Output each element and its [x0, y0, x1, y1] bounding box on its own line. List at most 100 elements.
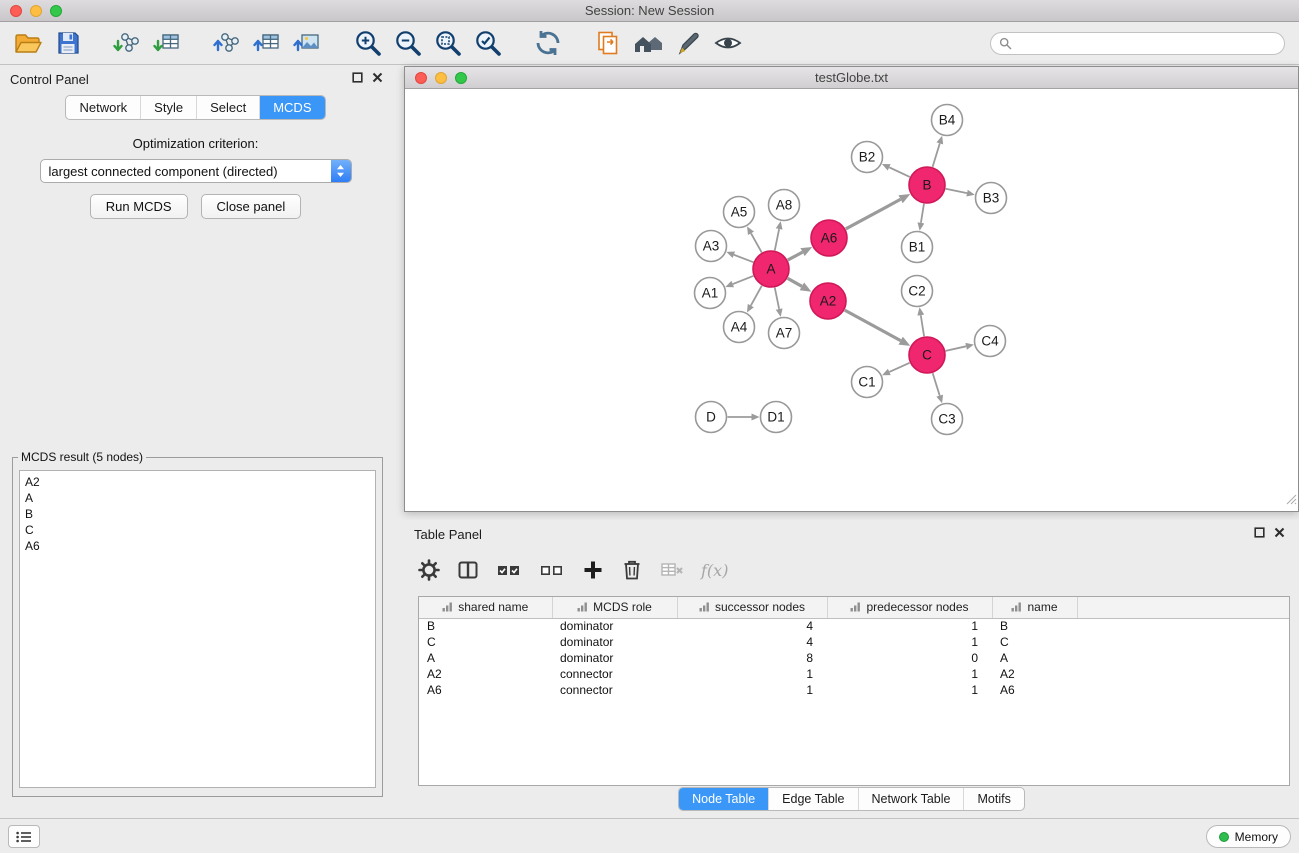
edge-A-A2[interactable] [788, 278, 802, 286]
node-C4[interactable]: C4 [975, 326, 1006, 357]
mcds-result-list[interactable]: A2 A B C A6 [19, 470, 376, 788]
node-A1[interactable]: A1 [695, 278, 726, 309]
close-panel-icon[interactable] [372, 72, 383, 83]
task-history-button[interactable] [8, 825, 40, 848]
function-builder-button[interactable]: f(x) [701, 561, 728, 580]
tab-style[interactable]: Style [140, 96, 196, 119]
table-row[interactable]: A6 connector 1 1 A6 [419, 682, 1289, 698]
tab-mcds[interactable]: MCDS [259, 96, 324, 119]
criterion-dropdown[interactable]: largest connected component (directed) [40, 159, 352, 183]
edge-B-B3[interactable] [946, 189, 967, 193]
node-A5[interactable]: A5 [724, 197, 755, 228]
close-panel-icon[interactable] [1274, 527, 1285, 538]
tab-select[interactable]: Select [196, 96, 259, 119]
edge-A6-B[interactable] [846, 199, 901, 229]
edge-A-A4[interactable] [751, 286, 762, 306]
table-row[interactable]: C dominator 4 1 C [419, 634, 1289, 650]
node-C2[interactable]: C2 [902, 276, 933, 307]
node-C3[interactable]: C3 [932, 404, 963, 435]
tab-motifs[interactable]: Motifs [963, 788, 1023, 810]
export-image-button[interactable] [290, 25, 326, 61]
apply-layout-button[interactable] [530, 25, 566, 61]
tab-node-table[interactable]: Node Table [679, 788, 768, 810]
toggle-details-button[interactable] [670, 25, 706, 61]
float-panel-icon[interactable] [1254, 527, 1265, 538]
node-A6[interactable]: A6 [811, 220, 847, 256]
node-C[interactable]: C [909, 337, 945, 373]
edge-A-A5[interactable] [751, 233, 762, 252]
zoom-in-button[interactable] [350, 25, 386, 61]
zoom-selected-button[interactable] [470, 25, 506, 61]
table-settings-button[interactable] [418, 559, 440, 581]
zoom-out-button[interactable] [390, 25, 426, 61]
table-row[interactable]: B dominator 4 1 B [419, 618, 1289, 634]
show-hide-button[interactable] [710, 25, 746, 61]
node-C1[interactable]: C1 [852, 367, 883, 398]
node-D1[interactable]: D1 [761, 402, 792, 433]
edge-A2-C[interactable] [845, 310, 901, 341]
node-B4[interactable]: B4 [932, 105, 963, 136]
table-row[interactable]: A2 connector 1 1 A2 [419, 666, 1289, 682]
deselect-all-button[interactable] [539, 559, 565, 581]
delete-row-button[interactable] [621, 559, 643, 581]
column-header-successor-nodes[interactable]: successor nodes [677, 597, 827, 618]
run-mcds-button[interactable]: Run MCDS [90, 194, 188, 219]
column-header-mcds-role[interactable]: MCDS role [552, 597, 677, 618]
save-session-button[interactable] [50, 25, 86, 61]
new-network-button[interactable] [590, 25, 626, 61]
edge-A-A8[interactable] [775, 229, 779, 250]
node-table-container[interactable]: shared name MCDS role successor nodes pr… [418, 596, 1290, 786]
node-A7[interactable]: A7 [769, 318, 800, 349]
result-item[interactable]: A [25, 490, 370, 506]
search-box[interactable] [990, 32, 1285, 55]
import-table-button[interactable] [150, 25, 186, 61]
result-item[interactable]: A2 [25, 474, 370, 490]
network-window-titlebar[interactable]: testGlobe.txt [405, 67, 1298, 89]
node-A2[interactable]: A2 [810, 283, 846, 319]
tab-network[interactable]: Network [66, 96, 140, 119]
edge-B-B4[interactable] [933, 143, 940, 166]
add-row-button[interactable] [582, 559, 604, 581]
node-A[interactable]: A [753, 251, 789, 287]
import-network-button[interactable] [110, 25, 146, 61]
table-row[interactable]: A dominator 8 0 A [419, 650, 1289, 666]
node-A4[interactable]: A4 [724, 312, 755, 343]
window-titlebar[interactable]: Session: New Session [0, 0, 1299, 22]
edge-C-C3[interactable] [933, 373, 940, 395]
float-panel-icon[interactable] [352, 72, 363, 83]
node-B3[interactable]: B3 [976, 183, 1007, 214]
edge-B-B1[interactable] [921, 204, 924, 223]
node-B1[interactable]: B1 [902, 232, 933, 263]
search-input[interactable] [1017, 36, 1276, 50]
memory-button[interactable]: Memory [1206, 825, 1291, 848]
edge-C-C2[interactable] [921, 315, 924, 336]
node-A8[interactable]: A8 [769, 190, 800, 221]
edge-A-A6[interactable] [788, 252, 803, 260]
tab-edge-table[interactable]: Edge Table [768, 788, 857, 810]
column-header-predecessor-nodes[interactable]: predecessor nodes [827, 597, 992, 618]
zoom-fit-button[interactable] [430, 25, 466, 61]
export-table-button[interactable] [250, 25, 286, 61]
show-columns-button[interactable] [457, 559, 479, 581]
column-header-shared-name[interactable]: shared name [419, 597, 552, 618]
export-network-button[interactable] [210, 25, 246, 61]
column-header-name[interactable]: name [992, 597, 1077, 618]
result-item[interactable]: B [25, 506, 370, 522]
node-D[interactable]: D [696, 402, 727, 433]
delete-table-button[interactable] [660, 559, 684, 581]
node-B2[interactable]: B2 [852, 142, 883, 173]
select-all-button[interactable] [496, 559, 522, 581]
edge-C-C4[interactable] [946, 346, 967, 351]
tab-network-table[interactable]: Network Table [858, 788, 964, 810]
edge-B-B2[interactable] [889, 167, 910, 177]
open-session-button[interactable] [10, 25, 46, 61]
window-resize-grip[interactable] [1284, 492, 1297, 510]
node-B[interactable]: B [909, 167, 945, 203]
edge-C-C1[interactable] [889, 363, 909, 372]
result-item[interactable]: C [25, 522, 370, 538]
network-canvas[interactable]: B4 B2 B B3 A5 A8 A6 B1 A3 A C2 A1 A2 A4 A7 C C4 C1 C3 D D1 [405, 89, 1298, 511]
close-panel-button[interactable]: Close panel [201, 194, 302, 219]
node-A3[interactable]: A3 [696, 231, 727, 262]
edge-A-A3[interactable] [734, 255, 753, 262]
result-item[interactable]: A6 [25, 538, 370, 554]
